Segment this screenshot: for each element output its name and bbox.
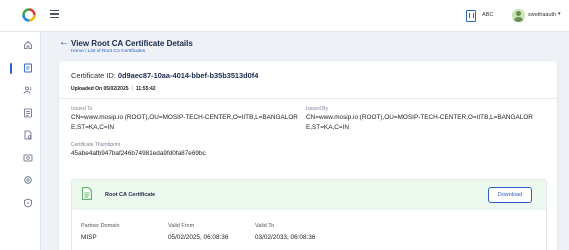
sidebar-item-certificates[interactable] <box>23 63 33 73</box>
page-title: View Root CA Certificate Details <box>71 39 193 48</box>
sidebar-item-devices[interactable] <box>23 153 33 163</box>
sidebar-item-home[interactable] <box>23 40 33 50</box>
thumbprint-label: Certificate Thumbprint <box>71 142 121 148</box>
user-avatar[interactable] <box>512 9 525 22</box>
breadcrumb[interactable]: Home / List of Root CA Certificates <box>71 49 145 54</box>
file-settings-icon <box>24 130 32 140</box>
valid-from-label: Valid From <box>168 223 195 229</box>
users-icon <box>23 86 32 94</box>
certificate-id-value: 0d9aec87-10aa-4014-bbef-b35b3513d0f4 <box>117 71 259 80</box>
app-logo-icon <box>22 8 36 22</box>
policy-icon <box>24 108 32 118</box>
thumbprint-value: 45abe4afb947baf246b74981eda9fd0fa87e69bc <box>71 150 206 157</box>
divider <box>59 98 557 99</box>
shield-icon <box>24 198 32 208</box>
partner-domain-value: MISP <box>81 234 97 241</box>
sidebar-item-file-settings[interactable] <box>23 130 33 140</box>
uploaded-date: Uploaded On 05/02/2025 <box>71 86 129 92</box>
sidebar-item-users[interactable] <box>23 85 33 95</box>
certificate-id: Certificate ID: 0d9aec87-10aa-4014-bbef-… <box>71 71 258 80</box>
certificate-details-card: Certificate ID: 0d9aec87-10aa-4014-bbef-… <box>59 61 557 250</box>
valid-from-value: 05/02/2025, 06:08:36 <box>168 234 229 241</box>
issued-by-label: Issued By <box>306 106 328 112</box>
root-ca-certificate-box: Root CA Certificate Download Partner Dom… <box>71 179 547 250</box>
device-icon <box>23 154 33 162</box>
partner-organization-icon <box>466 10 476 22</box>
certificate-icon <box>24 63 32 73</box>
partner-label: ABC <box>482 12 494 18</box>
issued-to-value: CN=www.mosip.io (ROOT),OU=MOSIP-TECH-CEN… <box>71 114 298 131</box>
uploaded-on: Uploaded On 05/02/2025 | 11:55:42 <box>71 86 156 92</box>
back-arrow-icon[interactable]: ← <box>59 38 69 48</box>
settings-icon <box>24 176 32 184</box>
document-icon <box>82 187 92 200</box>
sidebar-item-settings[interactable] <box>23 175 33 185</box>
certificate-id-label: Certificate ID: <box>71 71 116 80</box>
chevron-down-icon[interactable]: ▾ <box>558 11 561 17</box>
sidebar-active-indicator <box>10 63 12 74</box>
certificate-box-title: Root CA Certificate <box>105 192 156 198</box>
partner-domain-label: Partner Domain <box>81 223 120 229</box>
sidebar-item-policies[interactable] <box>23 108 33 118</box>
issued-to-label: Issued To <box>71 106 93 112</box>
top-bar: ABC swethaauth ▾ <box>0 0 569 32</box>
download-button[interactable]: Download <box>488 187 532 203</box>
certificate-box-header: Root CA Certificate Download <box>72 180 546 210</box>
sidebar <box>0 32 41 250</box>
valid-to-value: 03/02/2033, 06:08:36 <box>255 234 316 241</box>
hamburger-menu-icon[interactable] <box>50 10 59 19</box>
issued-by-value: CN=www.mosip.io (ROOT),OU=MOSIP-TECH-CEN… <box>306 114 533 131</box>
home-icon <box>24 40 32 49</box>
valid-to-label: Valid To <box>255 223 275 229</box>
sidebar-item-security[interactable] <box>23 198 33 208</box>
uploaded-time: 11:55:42 <box>135 86 156 92</box>
user-name[interactable]: swethaauth <box>528 12 556 18</box>
